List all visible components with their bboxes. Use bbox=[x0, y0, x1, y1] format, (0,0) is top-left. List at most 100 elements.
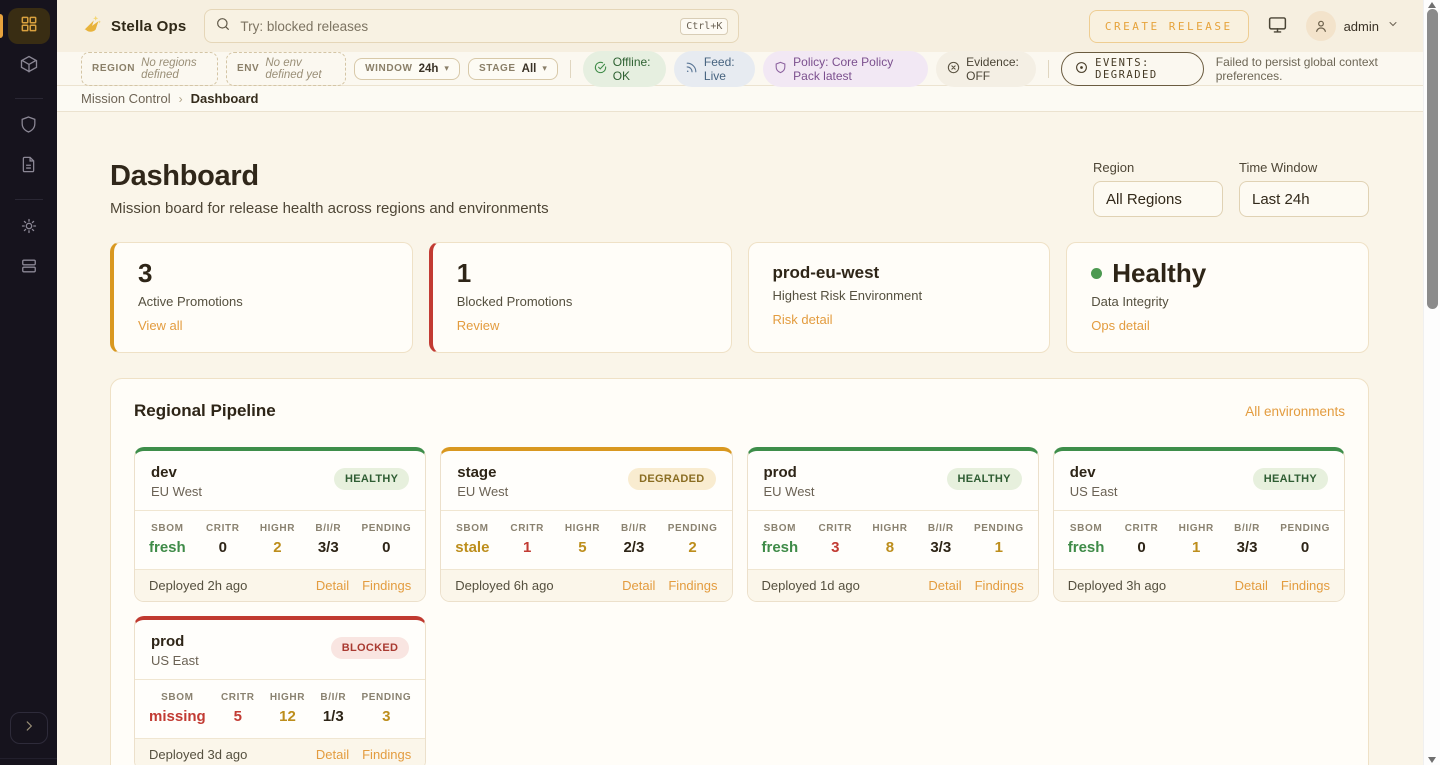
metric-value: 0 bbox=[361, 539, 411, 556]
sidebar-item-settings[interactable] bbox=[8, 210, 50, 246]
findings-link[interactable]: Findings bbox=[1281, 578, 1330, 593]
feed-status-chip[interactable]: Feed: Live bbox=[674, 51, 755, 87]
sidebar-item-security[interactable] bbox=[8, 109, 50, 145]
risk-detail-link[interactable]: Risk detail bbox=[773, 312, 833, 327]
findings-link[interactable]: Findings bbox=[362, 578, 411, 593]
top-header: Stella Ops Ctrl+K CREATE RELEASE bbox=[57, 0, 1423, 52]
sidebar-item-documents[interactable] bbox=[8, 149, 50, 185]
metric-value: 5 bbox=[565, 539, 600, 556]
findings-link[interactable]: Findings bbox=[975, 578, 1024, 593]
metric-value: 1 bbox=[1179, 539, 1214, 556]
header-actions: CREATE RELEASE admin bbox=[1089, 10, 1399, 43]
scrollbar-thumb[interactable] bbox=[1427, 9, 1438, 309]
environment-region: US East bbox=[1070, 484, 1118, 499]
main-area: Stella Ops Ctrl+K CREATE RELEASE bbox=[57, 0, 1423, 765]
sidebar-item-releases[interactable] bbox=[8, 48, 50, 84]
chevron-down-icon bbox=[1387, 17, 1399, 35]
metric-critr: CRITR1 bbox=[510, 523, 544, 556]
events-message: Failed to persist global context prefere… bbox=[1216, 55, 1399, 83]
chip-label: REGION bbox=[92, 63, 135, 74]
environment-name: dev bbox=[151, 464, 202, 481]
stat-label: Highest Risk Environment bbox=[773, 288, 1026, 303]
deployed-time: Deployed 6h ago bbox=[455, 578, 553, 593]
ops-detail-link[interactable]: Ops detail bbox=[1091, 318, 1150, 333]
metric-label: CRITR bbox=[206, 523, 240, 534]
metric-label: HIGHR bbox=[872, 523, 907, 534]
window-context-chip[interactable]: WINDOW 24h ▾ bbox=[354, 58, 460, 80]
sidebar-item-dashboard[interactable] bbox=[8, 8, 50, 44]
scroll-down-arrow[interactable] bbox=[1428, 757, 1436, 763]
region-filter-label: Region bbox=[1093, 160, 1223, 175]
metric-value: 3 bbox=[361, 708, 411, 725]
sidebar-item-infrastructure[interactable] bbox=[8, 250, 50, 286]
metric-value: 1/3 bbox=[320, 708, 346, 725]
chevron-down-icon: ▾ bbox=[444, 63, 449, 74]
content: Dashboard Mission board for release heal… bbox=[57, 112, 1423, 765]
pipeline-card-footer: Deployed 1d ago DetailFindings bbox=[748, 570, 1038, 601]
chip-value: 24h bbox=[419, 63, 439, 75]
sidebar-expand-button[interactable] bbox=[10, 712, 48, 744]
evidence-status-chip[interactable]: Evidence: OFF bbox=[936, 51, 1036, 87]
sidebar bbox=[0, 0, 57, 765]
deployed-time: Deployed 2h ago bbox=[149, 578, 247, 593]
metric-label: HIGHR bbox=[270, 692, 305, 703]
metric-label: B/I/R bbox=[928, 523, 954, 534]
search-input[interactable] bbox=[240, 19, 671, 34]
breadcrumb-parent[interactable]: Mission Control bbox=[81, 91, 171, 106]
environment-info: stage EU West bbox=[457, 464, 508, 499]
detail-link[interactable]: Detail bbox=[622, 578, 655, 593]
global-search[interactable]: Ctrl+K bbox=[204, 9, 739, 43]
pipeline-card-header: dev US East HEALTHY bbox=[1054, 451, 1344, 510]
detail-link[interactable]: Detail bbox=[316, 578, 349, 593]
metric-label: SBOM bbox=[1068, 523, 1105, 534]
metric-label: HIGHR bbox=[565, 523, 600, 534]
chip-text: Offline: OK bbox=[613, 55, 655, 83]
region-select[interactable]: All Regions bbox=[1093, 181, 1223, 217]
metric-value: 0 bbox=[206, 539, 240, 556]
stat-label: Blocked Promotions bbox=[457, 294, 707, 309]
view-all-link[interactable]: View all bbox=[138, 318, 183, 333]
scroll-up-arrow[interactable] bbox=[1428, 2, 1436, 8]
x-circle-icon bbox=[947, 61, 960, 77]
findings-link[interactable]: Findings bbox=[362, 747, 411, 762]
page-filters: Region All Regions Time Window Last 24h bbox=[1093, 160, 1369, 217]
stage-context-chip[interactable]: STAGE All ▾ bbox=[468, 58, 558, 80]
env-context-chip[interactable]: ENV No env defined yet bbox=[226, 52, 346, 86]
time-window-select[interactable]: Last 24h bbox=[1239, 181, 1369, 217]
user-menu[interactable]: admin bbox=[1306, 11, 1399, 41]
detail-link[interactable]: Detail bbox=[316, 747, 349, 762]
metric-value: missing bbox=[149, 708, 206, 725]
metric-pending: PENDING2 bbox=[668, 523, 718, 556]
chip-label: STAGE bbox=[479, 63, 516, 74]
chip-text: Evidence: OFF bbox=[966, 55, 1025, 83]
divider bbox=[570, 60, 571, 78]
create-release-button[interactable]: CREATE RELEASE bbox=[1089, 10, 1249, 43]
vertical-scrollbar[interactable] bbox=[1423, 0, 1440, 765]
stat-card-blocked-promotions: 1 Blocked Promotions Review bbox=[429, 242, 732, 353]
detail-link[interactable]: Detail bbox=[1235, 578, 1268, 593]
metric-sbom: SBOMfresh bbox=[762, 523, 799, 556]
region-context-chip[interactable]: REGION No regions defined bbox=[81, 52, 218, 86]
status-badge: HEALTHY bbox=[334, 468, 409, 490]
shield-icon bbox=[774, 61, 787, 77]
environment-info: prod US East bbox=[151, 633, 199, 668]
all-environments-link[interactable]: All environments bbox=[1245, 404, 1345, 419]
review-link[interactable]: Review bbox=[457, 318, 500, 333]
events-degraded-badge[interactable]: EVENTS: DEGRADED bbox=[1061, 52, 1204, 86]
circle-dot-icon bbox=[1075, 61, 1088, 77]
sidebar-divider bbox=[0, 758, 57, 759]
metric-label: SBOM bbox=[149, 523, 186, 534]
policy-status-chip[interactable]: Policy: Core Policy Pack latest bbox=[763, 51, 928, 87]
metric-highr: HIGHR8 bbox=[872, 523, 907, 556]
package-icon bbox=[19, 54, 39, 79]
detail-link[interactable]: Detail bbox=[928, 578, 961, 593]
pipeline-card-header: dev EU West HEALTHY bbox=[135, 451, 425, 510]
sidebar-divider bbox=[15, 199, 43, 200]
display-mode-button[interactable] bbox=[1267, 14, 1288, 38]
offline-status-chip[interactable]: Offline: OK bbox=[583, 51, 666, 87]
metric-value: 5 bbox=[221, 708, 255, 725]
pipeline-card-footer: Deployed 2h ago Detail Findings bbox=[135, 570, 425, 601]
stat-value: 1 bbox=[457, 259, 707, 289]
page-subtitle: Mission board for release health across … bbox=[110, 200, 549, 217]
findings-link[interactable]: Findings bbox=[668, 578, 717, 593]
